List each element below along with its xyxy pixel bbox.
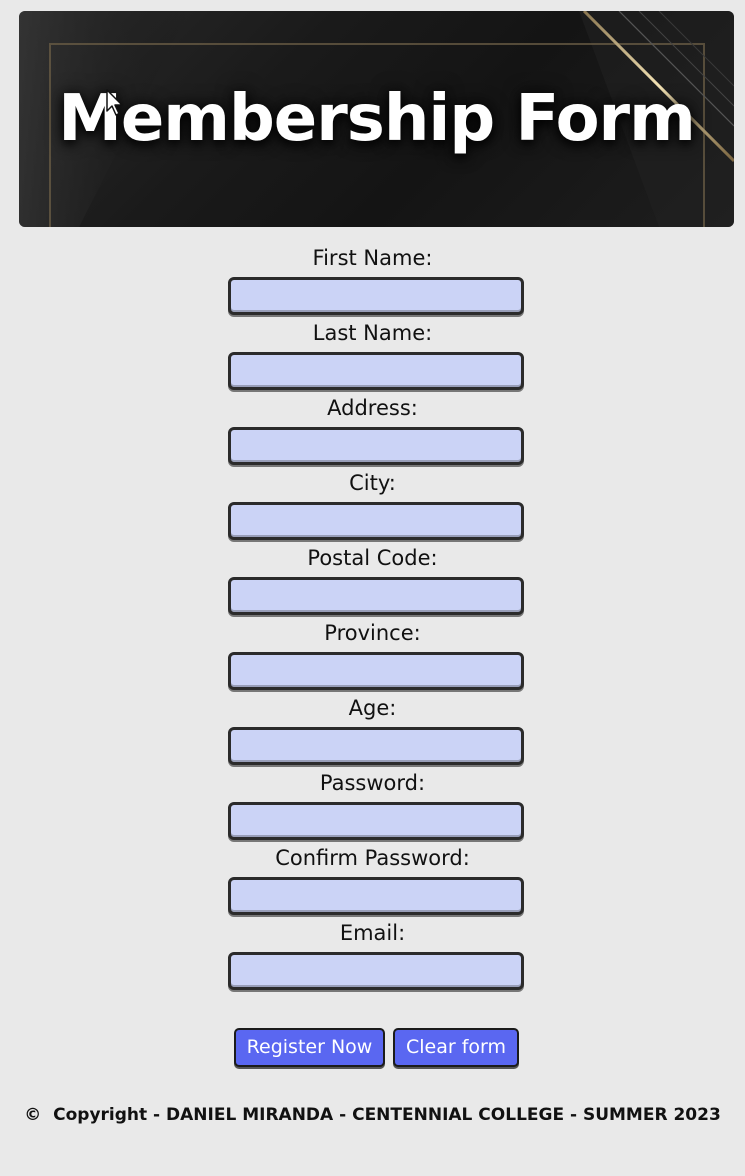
- first-name-input[interactable]: [228, 277, 524, 315]
- field-last-name: Last Name:: [0, 316, 745, 391]
- address-input[interactable]: [228, 427, 524, 465]
- city-input[interactable]: [228, 502, 524, 540]
- postal-code-label: Postal Code:: [307, 546, 438, 570]
- postal-code-input[interactable]: [228, 577, 524, 615]
- city-label: City:: [349, 471, 396, 495]
- field-city: City:: [0, 466, 745, 541]
- address-label: Address:: [327, 396, 418, 420]
- age-label: Age:: [348, 696, 397, 720]
- email-input[interactable]: [228, 952, 524, 990]
- field-confirm-password: Confirm Password:: [0, 841, 745, 916]
- last-name-label: Last Name:: [312, 321, 433, 345]
- membership-form: First Name: Last Name: Address: City: Po…: [0, 241, 745, 991]
- province-input[interactable]: [228, 652, 524, 690]
- copyright-symbol: ©: [24, 1105, 42, 1125]
- form-actions: Register Now Clear form: [0, 1028, 745, 1068]
- register-now-button[interactable]: Register Now: [234, 1028, 385, 1067]
- clear-form-button[interactable]: Clear form: [393, 1028, 519, 1067]
- confirm-password-input[interactable]: [228, 877, 524, 915]
- last-name-input[interactable]: [228, 352, 524, 390]
- field-age: Age:: [0, 691, 745, 766]
- copyright-text: Copyright - DANIEL MIRANDA - CENTENNIAL …: [53, 1105, 721, 1125]
- header-banner: Membership Form: [19, 11, 734, 227]
- province-label: Province:: [324, 621, 421, 645]
- field-password: Password:: [0, 766, 745, 841]
- password-label: Password:: [319, 771, 426, 795]
- confirm-password-label: Confirm Password:: [275, 846, 470, 870]
- field-province: Province:: [0, 616, 745, 691]
- field-email: Email:: [0, 916, 745, 991]
- password-input[interactable]: [228, 802, 524, 840]
- field-postal-code: Postal Code:: [0, 541, 745, 616]
- arrow-cursor-icon: [106, 89, 123, 116]
- field-address: Address:: [0, 391, 745, 466]
- field-first-name: First Name:: [0, 241, 745, 316]
- age-input[interactable]: [228, 727, 524, 765]
- footer-copyright: © Copyright - DANIEL MIRANDA - CENTENNIA…: [0, 1100, 745, 1130]
- page-title: Membership Form: [58, 82, 696, 156]
- first-name-label: First Name:: [312, 246, 433, 270]
- email-label: Email:: [339, 921, 406, 945]
